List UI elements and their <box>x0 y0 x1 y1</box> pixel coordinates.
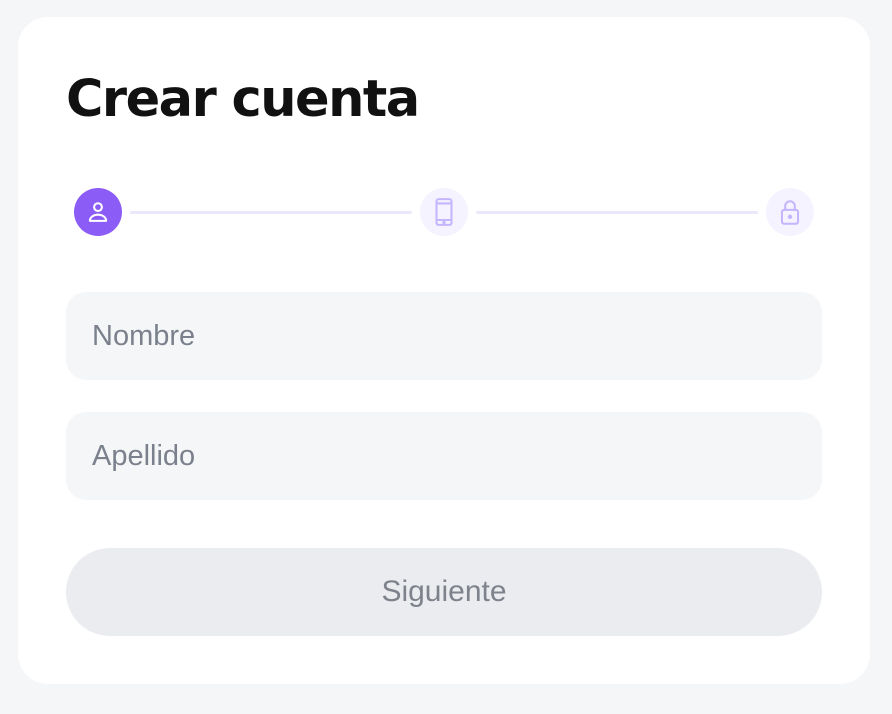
last-name-input[interactable] <box>92 412 822 500</box>
signup-card: Crear cuenta Nombre Apellido Siguiente <box>18 17 870 684</box>
first-name-input[interactable] <box>92 292 822 380</box>
user-icon <box>85 199 111 225</box>
smartphone-icon <box>431 197 457 227</box>
page-title: Crear cuenta <box>66 70 420 129</box>
step-security[interactable] <box>766 188 814 236</box>
last-name-field-container <box>66 412 822 500</box>
next-button[interactable]: Siguiente <box>66 548 822 636</box>
step-connector <box>476 211 758 214</box>
lock-icon <box>777 197 803 227</box>
first-name-field-container <box>66 292 822 380</box>
step-connector <box>130 211 412 214</box>
progress-stepper <box>74 188 814 236</box>
step-phone[interactable] <box>420 188 468 236</box>
step-personal-info[interactable] <box>74 188 122 236</box>
